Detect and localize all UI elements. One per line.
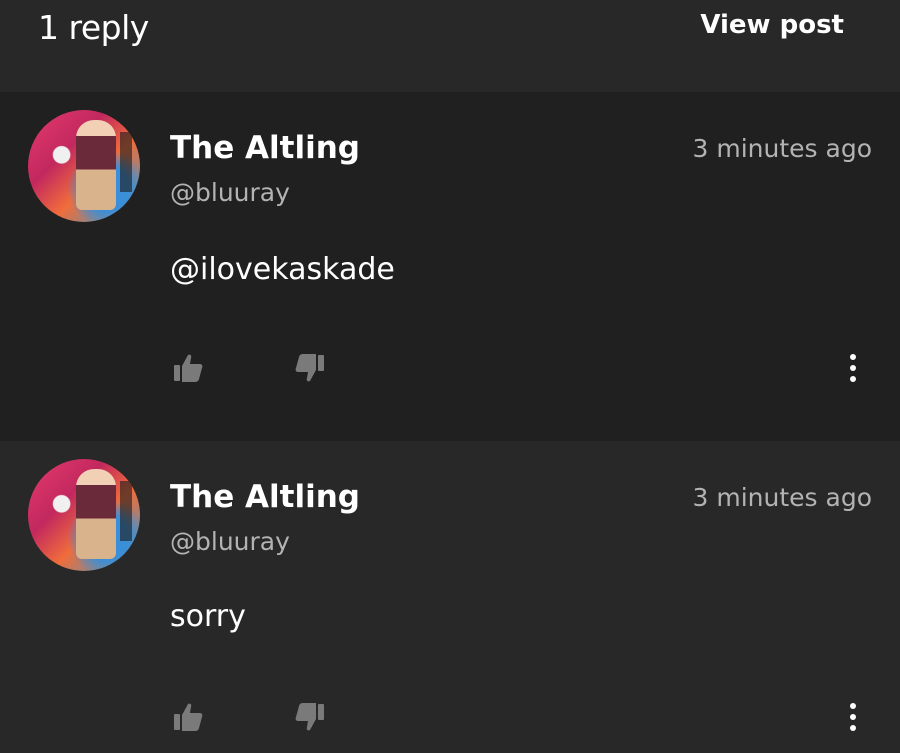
reply-count: 1 reply <box>38 8 149 47</box>
avatar[interactable] <box>28 110 140 222</box>
comment-item: The Altling @bluuray 3 minutes ago sorry <box>0 441 900 753</box>
comment-text: @ilovekaskade <box>170 252 395 287</box>
more-vertical-icon <box>850 354 856 382</box>
more-vertical-icon <box>850 703 856 731</box>
thumbs-up-icon <box>174 354 203 382</box>
comment-timestamp: 3 minutes ago <box>692 134 872 163</box>
thumbs-down-icon <box>295 703 324 731</box>
comment-timestamp: 3 minutes ago <box>692 483 872 512</box>
comment-actions <box>0 697 900 737</box>
avatar[interactable] <box>28 459 140 571</box>
more-options-button[interactable] <box>833 697 873 737</box>
like-button[interactable] <box>168 348 208 388</box>
dislike-button[interactable] <box>290 697 330 737</box>
more-options-button[interactable] <box>833 348 873 388</box>
author-handle[interactable]: @bluuray <box>170 527 290 556</box>
comment-item: The Altling @bluuray 3 minutes ago @ilov… <box>0 92 900 441</box>
header: 1 reply View post <box>0 0 900 92</box>
comment-text: sorry <box>170 599 246 634</box>
author-name[interactable]: The Altling <box>170 130 360 166</box>
like-button[interactable] <box>168 697 208 737</box>
author-handle[interactable]: @bluuray <box>170 178 290 207</box>
thumbs-up-icon <box>174 703 203 731</box>
comment-actions <box>0 348 900 388</box>
author-name[interactable]: The Altling <box>170 479 360 515</box>
view-post-link[interactable]: View post <box>700 10 844 40</box>
dislike-button[interactable] <box>290 348 330 388</box>
thumbs-down-icon <box>295 354 324 382</box>
